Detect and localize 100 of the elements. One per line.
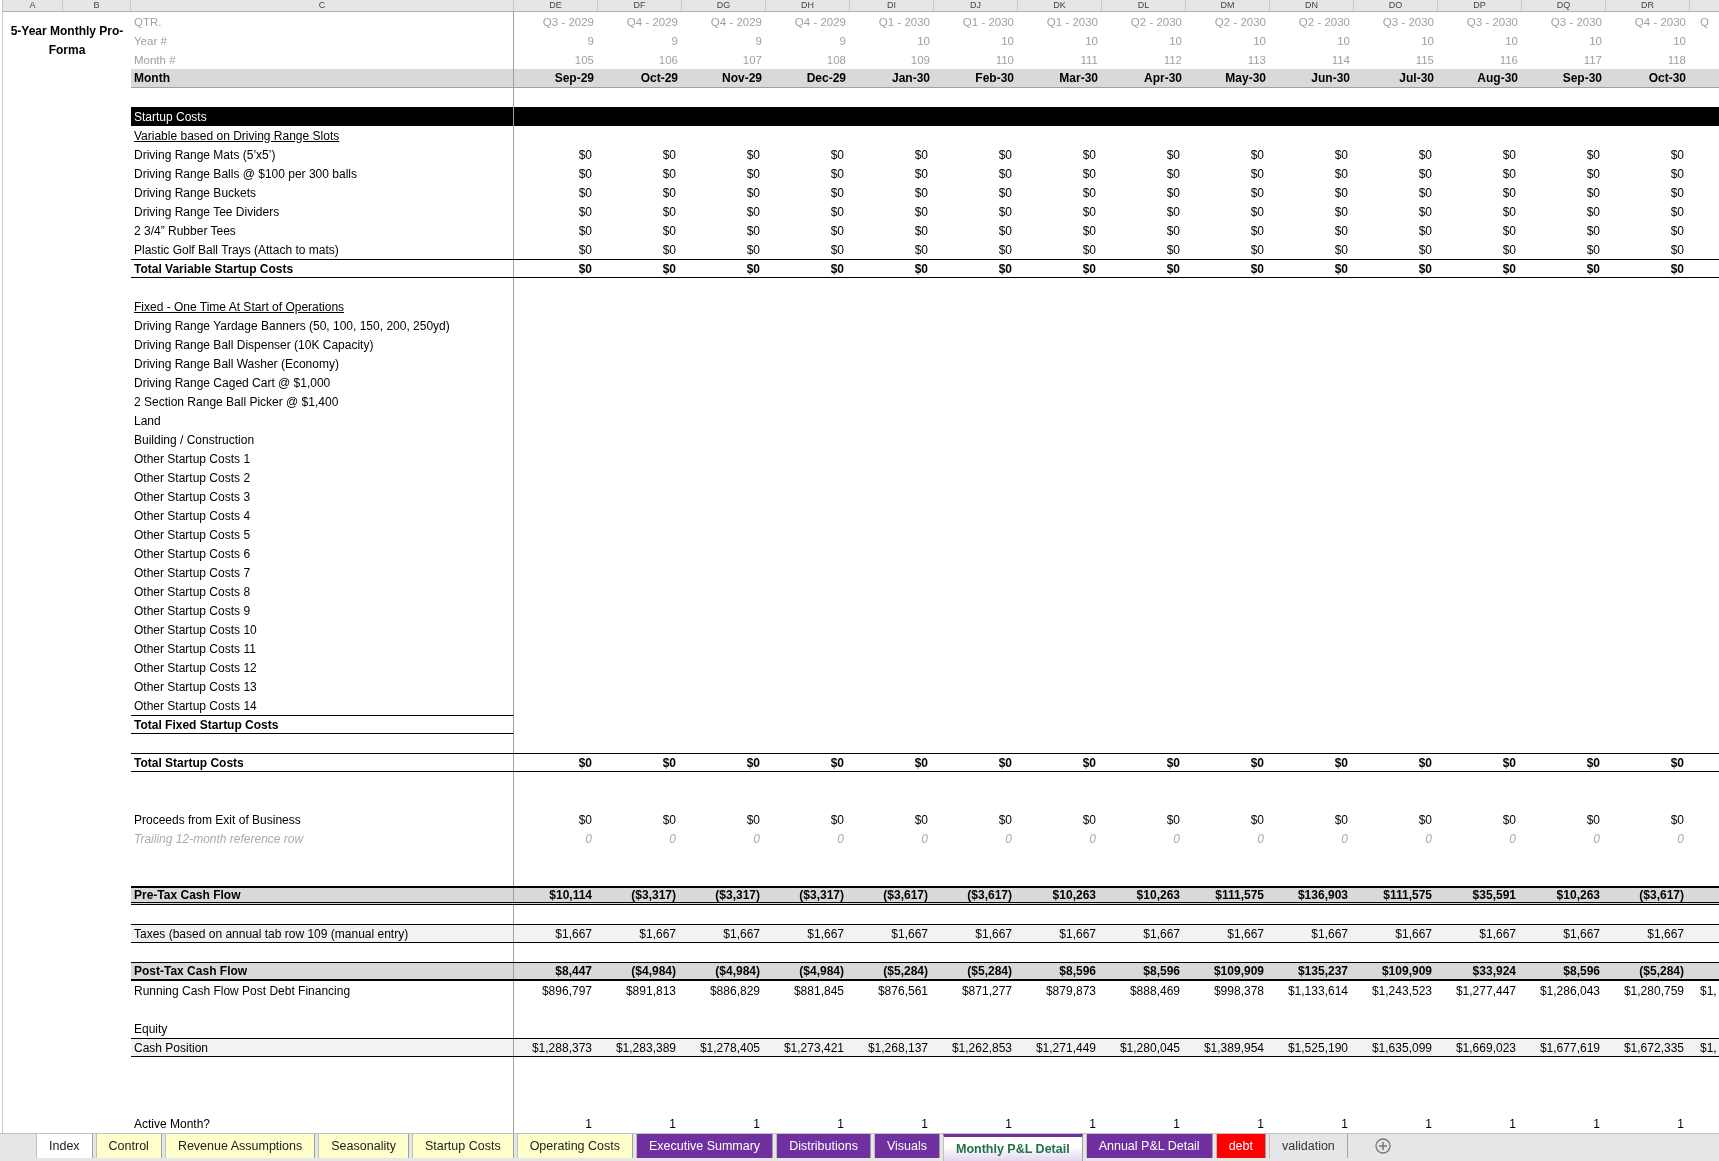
column-header[interactable]: B <box>63 0 131 11</box>
cell-value: 0 <box>1424 831 1433 846</box>
header-value: 117 <box>1582 52 1603 67</box>
row-label: Running Cash Flow Post Debt Financing <box>131 981 514 1000</box>
column-header[interactable]: DL <box>1102 0 1186 11</box>
column-header[interactable]: DO <box>1354 0 1438 11</box>
month-label: Jul-30 <box>1398 71 1435 85</box>
header-value: 9 <box>586 33 595 48</box>
section-title: Startup Costs <box>131 107 514 126</box>
cell-value: 0 <box>1172 831 1181 846</box>
column-header[interactable]: DF <box>598 0 682 11</box>
cell-value: $0 <box>829 242 845 257</box>
sheet-tab[interactable]: Annual P&L Detail <box>1085 1134 1213 1158</box>
cell-value: $0 <box>997 223 1013 238</box>
cell-value: $1,277,447 <box>1454 983 1517 998</box>
cell-value: $0 <box>1669 223 1685 238</box>
cell-value: $0 <box>913 812 929 827</box>
cell-value: $0 <box>829 185 845 200</box>
cell-value: $0 <box>1669 166 1685 181</box>
column-header[interactable]: DN <box>1270 0 1354 11</box>
cell-value: $0 <box>1081 812 1097 827</box>
cell-value: $0 <box>1585 261 1601 276</box>
column-header[interactable]: DP <box>1438 0 1522 11</box>
cell-value: $871,277 <box>960 983 1013 998</box>
column-header[interactable]: DQ <box>1522 0 1606 11</box>
header-value: 109 <box>909 52 931 67</box>
sheet-tab[interactable]: Operating Costs <box>516 1134 633 1158</box>
sheet-title: 5-Year Monthly Pro-Forma <box>9 22 125 59</box>
add-sheet-icon[interactable] <box>1374 1138 1391 1154</box>
cell-value: $0 <box>661 185 677 200</box>
header-value: 115 <box>1414 52 1435 67</box>
cell-value: $0 <box>829 166 845 181</box>
row-label: Other Startup Costs 3 <box>131 487 514 506</box>
cell-value: $0 <box>1417 185 1433 200</box>
column-header[interactable]: DI <box>850 0 934 11</box>
column-header[interactable]: DK <box>1018 0 1102 11</box>
cell-value: $0 <box>577 147 593 162</box>
cell-value: $0 <box>1249 166 1265 181</box>
column-header[interactable]: DM <box>1186 0 1270 11</box>
cell-value: $0 <box>577 242 593 257</box>
cell-value: $0 <box>997 204 1013 219</box>
cell-value: $0 <box>1501 242 1517 257</box>
sheet-tab[interactable]: Startup Costs <box>411 1134 514 1158</box>
cell-value: $0 <box>661 147 677 162</box>
header-label: Year # <box>131 31 514 50</box>
row-label: Driving Range Mats (5’x5’) <box>131 145 514 164</box>
column-header[interactable]: DJ <box>934 0 1018 11</box>
sheet-tab[interactable]: Index <box>36 1134 93 1158</box>
row-label: Driving Range Ball Dispenser (10K Capacity) <box>131 335 514 354</box>
cell-value: $1,288,373 <box>530 1040 593 1055</box>
cell-value: $0 <box>829 261 845 276</box>
sheet-tab[interactable]: debt <box>1215 1134 1266 1158</box>
cell-value: $0 <box>661 166 677 181</box>
header-value: Q3 - 2030 <box>1549 14 1603 29</box>
cell-value: ($3,317) <box>714 888 761 902</box>
sheet-tab[interactable]: validation <box>1269 1134 1348 1158</box>
cell-value: $1,280,759 <box>1622 983 1685 998</box>
cell-value: $1,667 <box>722 926 761 941</box>
cell-value: $888,469 <box>1128 983 1181 998</box>
header-value: 10 <box>916 33 931 48</box>
column-header[interactable]: A <box>3 0 63 11</box>
cell-value: $0 <box>1501 166 1517 181</box>
month-label: Mar-30 <box>1058 71 1099 85</box>
sheet-tab[interactable]: Executive Summary <box>635 1134 774 1158</box>
cell-value: $136,903 <box>1296 888 1349 902</box>
cell-value: $0 <box>997 812 1013 827</box>
cell-value: $0 <box>1585 755 1601 770</box>
cell-value: $891,813 <box>624 983 677 998</box>
row-label: Taxes (based on annual tab row 109 (manual entry) <box>131 925 514 942</box>
cell-value: $0 <box>745 147 761 162</box>
month-label: May-30 <box>1224 71 1267 85</box>
column-header[interactable]: DG <box>682 0 766 11</box>
column-header[interactable]: DE <box>514 0 598 11</box>
cell-value: 0 <box>1256 831 1265 846</box>
cell-value: $1,677,619 <box>1538 1040 1601 1055</box>
sheet-tab[interactable]: Monthly P&L Detail <box>943 1134 1083 1161</box>
month-label: Jun-30 <box>1310 71 1351 85</box>
row-label: Other Startup Costs 12 <box>131 658 514 677</box>
row-label: 2 3/4” Rubber Tees <box>131 221 514 240</box>
header-value: Q4 - 2030 <box>1633 14 1687 29</box>
column-header[interactable]: C <box>131 0 514 11</box>
cell-value: 1 <box>1676 1116 1685 1131</box>
cell-value: $0 <box>745 242 761 257</box>
cell-value: $879,873 <box>1044 983 1097 998</box>
cell-value: $0 <box>1165 204 1181 219</box>
sheet-tab[interactable]: Revenue Assumptions <box>164 1134 316 1158</box>
sheet-tab[interactable]: Seasonality <box>318 1134 409 1158</box>
row-label: Other Startup Costs 1 <box>131 449 514 468</box>
column-header[interactable]: DR <box>1606 0 1690 11</box>
sheet-tab[interactable]: Control <box>95 1134 162 1158</box>
cell-value: $1,667 <box>890 926 929 941</box>
row-label: Land <box>131 411 514 430</box>
cell-value: 1 <box>920 1116 929 1131</box>
cell-value: 0 <box>836 831 845 846</box>
row-label: Other Startup Costs 8 <box>131 582 514 601</box>
cell-value: $0 <box>1501 147 1517 162</box>
column-header[interactable]: DH <box>766 0 850 11</box>
sheet-tab[interactable]: Distributions <box>776 1134 871 1158</box>
sheet-tab[interactable]: Visuals <box>873 1134 940 1158</box>
cell-value: $0 <box>1585 185 1601 200</box>
